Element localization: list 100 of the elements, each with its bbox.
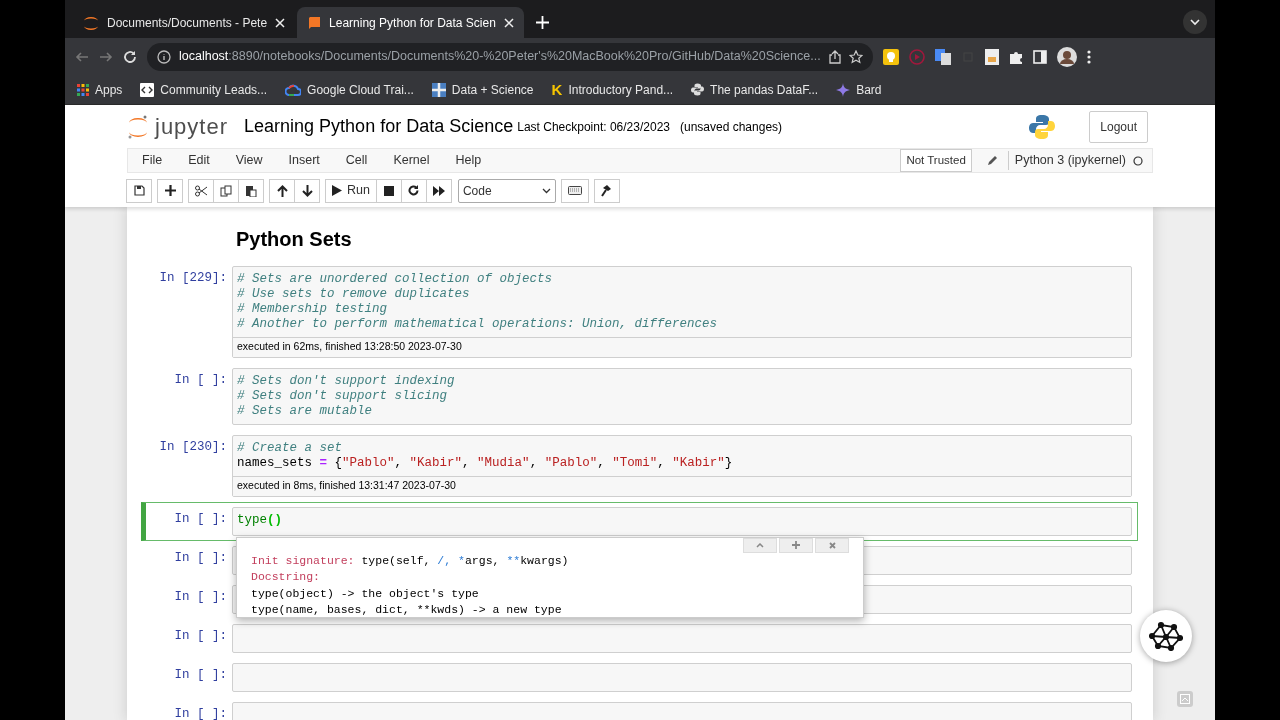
floating-action-button[interactable] — [1140, 610, 1192, 662]
new-tab-icon[interactable] — [535, 16, 549, 29]
logo-icon — [83, 14, 99, 31]
fast-forward-icon — [432, 185, 445, 196]
cell-prompt: In [ ]: — [173, 705, 228, 720]
code-cell-input[interactable]: # Create a set names_sets = {"Pablo", "Kabir", "Mudia", "Pablo", "Tomi", "Kabir"} — [233, 435, 1131, 476]
cut-button[interactable] — [188, 178, 214, 203]
pencil-icon[interactable] — [985, 154, 998, 167]
network-icon — [1149, 621, 1183, 651]
kernel-name[interactable]: Python 3 (ipykernel) — [1007, 151, 1126, 170]
interrupt-button[interactable] — [375, 178, 402, 203]
bookmark[interactable]: Community Leads... — [140, 80, 268, 99]
section-heading: Python Sets — [235, 227, 353, 252]
address-bar[interactable]: localhost:8890/notebooks/Documents/Documents%20-%20Peter's%20MacBook%20Pro/GitHub/Data%20Science... — [147, 42, 873, 71]
sparkle-icon — [836, 82, 851, 97]
move-down-button[interactable] — [294, 178, 320, 203]
notebook-cell[interactable]: In [ ]: — [141, 696, 1138, 720]
tooltip-line: Init signature: type(self, /, *args, **kwargs) — [251, 552, 570, 569]
cell-prompt: In [230]: — [158, 438, 228, 456]
menu-item[interactable]: Kernel — [380, 151, 443, 170]
document-icon[interactable] — [984, 48, 999, 65]
tools-button[interactable] — [593, 178, 620, 203]
notebook-cell[interactable]: In [ ]: — [141, 657, 1138, 697]
menu-item[interactable]: Edit — [175, 151, 223, 170]
menu-item[interactable]: Help — [442, 151, 495, 170]
notebook-title[interactable]: Learning Python for Data Science — [244, 113, 514, 140]
open-pager-button[interactable] — [779, 537, 813, 553]
sidebar-icon[interactable] — [1032, 49, 1047, 64]
code-line: type() — [237, 512, 284, 528]
bookmark[interactable]: The pandas DataF... — [691, 80, 819, 99]
grid-icon — [77, 83, 89, 96]
bookmark[interactable]: Data + Science — [431, 80, 534, 99]
close-button[interactable] — [815, 537, 849, 553]
run-all-button[interactable] — [425, 178, 452, 203]
restart-icon — [408, 185, 420, 196]
restart-button[interactable] — [400, 178, 427, 203]
puzzle-icon[interactable] — [1008, 49, 1023, 64]
forward-icon[interactable] — [99, 49, 113, 64]
info-icon[interactable] — [157, 49, 171, 64]
star-icon[interactable] — [848, 49, 863, 64]
code-icon — [140, 82, 155, 97]
cell-prompt: In [ ]: — [173, 510, 228, 528]
bookmark[interactable]: K Introductory Pand... — [551, 80, 674, 99]
code-line: # Create a set — [237, 440, 344, 456]
cell-prompt: In [229]: — [158, 270, 228, 287]
close-icon[interactable] — [503, 17, 514, 28]
menu-item[interactable]: File — [129, 151, 176, 170]
code-line: names_sets = {"Pablo", "Kabir", "Mudia", "Pablo", "Tomi", "Kabir"} — [237, 455, 734, 471]
browser-tab[interactable]: Documents/Documents - Pete — [73, 7, 296, 38]
reload-icon[interactable] — [123, 49, 137, 64]
code-cell-input[interactable] — [232, 662, 1132, 692]
cell-prompt: In [ ]: — [173, 588, 228, 606]
code-line: # Sets don't support slicing — [237, 388, 449, 404]
logo-icon — [127, 113, 149, 140]
bookmark[interactable]: Apps — [77, 80, 123, 99]
python-logo-icon — [1029, 113, 1056, 140]
save-button[interactable] — [126, 178, 152, 203]
tooltip-line: type(object) -> the object's type — [251, 585, 480, 602]
bookmark[interactable]: Google Cloud Trai... — [285, 80, 414, 99]
code-line: # Membership testing — [237, 302, 389, 317]
cell-type-dropdown[interactable]: Code — [457, 178, 556, 203]
plus-icon — [164, 185, 176, 196]
notebook-cell[interactable]: In [ ]: — [141, 618, 1138, 658]
cell-prompt: In [ ]: — [173, 666, 228, 684]
back-icon[interactable] — [75, 49, 89, 64]
lightbulb-icon[interactable] — [882, 48, 899, 65]
code-cell-input[interactable]: # Sets are unordered collection of objects # Use sets to remove duplicates # Membership testing # Another to perform mathematical operations: Union, differences — [233, 267, 1131, 337]
chevron-down-icon[interactable] — [1183, 10, 1207, 34]
bookmark[interactable]: Bard — [836, 80, 882, 99]
move-up-button[interactable] — [269, 178, 295, 203]
insert-cell-button[interactable] — [157, 178, 183, 203]
code-line: # Sets are mutable — [237, 403, 374, 419]
code-cell-input[interactable]: # Sets don't support indexing # Sets don't support slicing # Sets are mutable — [232, 367, 1132, 425]
unsaved-status: (unsaved changes) — [680, 118, 783, 136]
menu-item[interactable]: Insert — [275, 151, 333, 170]
run-button[interactable]: Run — [325, 178, 377, 203]
share-icon[interactable] — [828, 49, 841, 64]
notebook-cell[interactable]: In [ ]: # Sets don't support indexing # Sets don't support slicing # Sets are mutable — [141, 362, 1138, 430]
logo-text[interactable]: jupyter — [155, 110, 229, 143]
command-palette-button[interactable] — [560, 178, 589, 203]
cloud-icon — [285, 83, 302, 96]
bookmark-icon: K — [551, 82, 563, 97]
cell-prompt: In [ ]: — [173, 627, 228, 645]
menu-item[interactable]: View — [222, 151, 276, 170]
menu-icon[interactable] — [1086, 49, 1091, 64]
trust-indicator[interactable]: Not Trusted — [900, 148, 972, 173]
browser-tab[interactable]: Learning Python for Data Scien — [297, 7, 524, 38]
paste-button[interactable] — [238, 178, 264, 203]
close-icon[interactable] — [275, 17, 286, 28]
code-cell-input[interactable] — [232, 623, 1132, 653]
avatar-icon[interactable] — [1056, 46, 1077, 67]
logout-button[interactable]: Logout — [1089, 110, 1148, 143]
keyboard-icon — [567, 186, 582, 195]
menu-item[interactable]: Cell — [332, 151, 381, 170]
code-cell-input[interactable]: type() — [232, 506, 1132, 536]
caret-icon — [541, 187, 551, 194]
cell-prompt: In [ ]: — [173, 549, 228, 567]
kernel-status-icon — [1133, 155, 1143, 166]
grid-cross-icon — [431, 82, 446, 97]
code-line: # Sets are unordered collection of objects — [237, 272, 554, 287]
